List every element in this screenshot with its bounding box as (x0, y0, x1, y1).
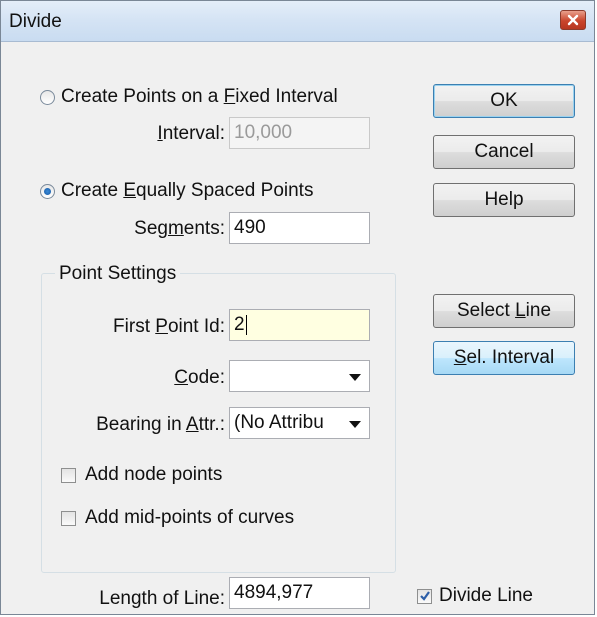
divide-dialog: Divide Create Points on a Fixed Interval… (0, 0, 595, 615)
equal-spacing-label[interactable]: Create Equally Spaced Points (61, 180, 313, 202)
first-point-input[interactable]: 2 (229, 309, 370, 341)
chevron-down-icon (349, 374, 361, 381)
length-label: Length of Line: (99, 588, 225, 609)
length-input[interactable]: 4894,977 (229, 577, 370, 609)
cancel-button[interactable]: Cancel (433, 135, 575, 169)
point-settings-title: Point Settings (55, 263, 181, 285)
chevron-down-icon (349, 421, 361, 428)
first-point-label: First Point Id: (113, 316, 225, 337)
ok-button[interactable]: OK (433, 84, 575, 118)
close-button[interactable] (560, 10, 586, 30)
sel-interval-button[interactable]: Sel. Interval (433, 341, 575, 375)
add-mid-points-label[interactable]: Add mid-points of curves (85, 507, 294, 529)
bearing-dropdown[interactable]: (No Attribu (229, 407, 370, 439)
code-label: Code: (174, 367, 225, 388)
interval-input[interactable]: 10,000 (229, 117, 370, 149)
equal-spacing-radio[interactable] (40, 184, 55, 199)
segments-input[interactable]: 490 (229, 212, 370, 244)
add-node-points-checkbox[interactable] (61, 468, 76, 483)
add-node-points-label[interactable]: Add node points (85, 464, 222, 486)
divide-line-label[interactable]: Divide Line (439, 585, 533, 607)
fixed-interval-label[interactable]: Create Points on a Fixed Interval (61, 86, 338, 108)
segments-label: Segments: (134, 218, 225, 239)
add-mid-points-checkbox[interactable] (61, 511, 76, 526)
divide-line-checkbox[interactable] (417, 589, 432, 604)
interval-label: Interval: (157, 123, 225, 144)
bearing-label: Bearing in Attr.: (96, 414, 225, 435)
fixed-interval-radio[interactable] (40, 90, 55, 105)
code-dropdown[interactable] (229, 360, 370, 392)
select-line-button[interactable]: Select Line (433, 294, 575, 328)
checkmark-icon (420, 591, 430, 601)
help-button[interactable]: Help (433, 183, 575, 217)
close-icon (567, 14, 579, 26)
dialog-title: Divide (9, 11, 62, 32)
title-bar[interactable]: Divide (1, 1, 594, 42)
